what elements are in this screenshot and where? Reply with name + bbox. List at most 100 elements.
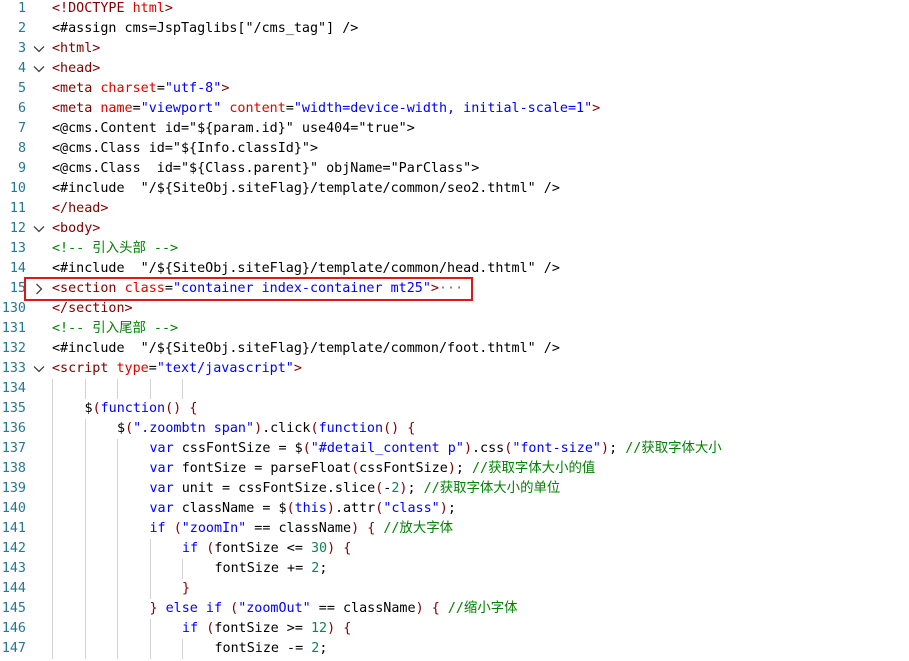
line-number: 5 <box>17 81 26 96</box>
code-line[interactable]: 133 <script type="text/javascript"> <box>0 359 909 379</box>
code-token: ; <box>455 461 472 476</box>
line-number: 10 <box>9 181 26 196</box>
code-token: <#assign cms=JspTaglibs["/cms_tag"] /> <box>52 21 359 36</box>
code-line[interactable]: 145} else if ("zoomOut" == className) { … <box>0 599 909 619</box>
code-line[interactable]: 9 <@cms.Class id="${Class.parent}" objNam… <box>0 159 909 179</box>
code-token: <@cms.Content id="${param.id}" use404="t… <box>52 121 415 136</box>
code-line[interactable]: 6 <meta name="viewport" content="width=de… <box>0 99 909 119</box>
code-line[interactable]: 137 var cssFontSize = $("#detail_content … <box>0 439 909 459</box>
code-token: = <box>285 101 294 116</box>
code-text: var className = $(this).attr("class"); <box>150 499 456 519</box>
line-number: 145 <box>1 601 26 616</box>
code-line[interactable]: 3 <html> <box>0 39 909 59</box>
code-token: > <box>592 101 601 116</box>
code-token: ; <box>319 641 328 656</box>
code-token: <head> <box>52 61 101 76</box>
code-token: ) <box>327 621 336 636</box>
chevron-down-icon[interactable] <box>32 39 46 59</box>
code-token: ) <box>447 461 456 476</box>
code-token: ( <box>302 441 311 456</box>
chevron-down-icon[interactable] <box>32 359 46 379</box>
code-line[interactable]: 5 <meta charset="utf-8"> <box>0 79 909 99</box>
code-token: "font-size" <box>512 441 601 456</box>
code-token: ) <box>326 501 335 516</box>
code-token: ( <box>125 421 134 436</box>
line-number: 6 <box>17 101 26 116</box>
code-line[interactable]: 4 <head> <box>0 59 909 79</box>
code-line[interactable]: 135 $(function() { <box>0 399 909 419</box>
code-line[interactable]: 134 <box>0 379 909 399</box>
code-token: "viewport" <box>140 101 222 116</box>
code-text: <!-- 引入头部 --> <box>52 239 178 259</box>
indent-guide <box>84 379 86 399</box>
code-text: <#include "/${SiteObj.siteFlag}/template… <box>52 179 560 199</box>
code-line[interactable]: 139 var unit = cssFontSize.slice(-2); //获… <box>0 479 909 499</box>
chevron-down-icon[interactable] <box>32 219 46 239</box>
code-token: <!-- 引入尾部 --> <box>52 321 179 336</box>
code-token: ) <box>439 501 448 516</box>
code-token: if <box>182 541 199 556</box>
line-number: 9 <box>17 161 26 176</box>
code-line[interactable]: 140 var className = $(this).attr("class")… <box>0 499 909 519</box>
code-token: "class" <box>383 501 440 516</box>
code-line[interactable]: 1 <!DOCTYPE html> <box>0 0 909 19</box>
code-token: <body> <box>52 221 101 236</box>
code-text: fontSize -= 2; <box>215 639 328 659</box>
code-token: fontSize -= <box>214 641 312 656</box>
code-line[interactable]: 7 <@cms.Content id="${param.id}" use404="… <box>0 119 909 139</box>
code-token: if <box>182 621 199 636</box>
code-token: var <box>149 481 174 496</box>
code-text: <@cms.Content id="${param.id}" use404="t… <box>52 119 415 139</box>
code-token: <html> <box>52 41 101 56</box>
code-text: <meta charset="utf-8"> <box>52 79 229 99</box>
code-text: <!DOCTYPE html> <box>52 0 173 19</box>
code-token: ( <box>92 401 101 416</box>
code-line[interactable]: 143 fontSize += 2; <box>0 559 909 579</box>
line-number: 1 <box>17 1 26 16</box>
code-line[interactable]: 138 var fontSize = parseFloat(cssFontSize… <box>0 459 909 479</box>
code-token: <!DOCTYPE <box>52 1 133 16</box>
code-token: "text/javascript" <box>156 361 294 376</box>
code-text: if (fontSize >= 12) { <box>182 619 351 639</box>
code-line[interactable]: 142 if (fontSize <= 30) { <box>0 539 909 559</box>
code-editor[interactable]: 1 <!DOCTYPE html> 2 <#assign cms=JspTaglibs… <box>0 0 909 661</box>
chevron-down-icon[interactable] <box>32 59 46 79</box>
code-text: <#include "/${SiteObj.siteFlag}/template… <box>52 259 560 279</box>
code-text: <html> <box>52 39 100 59</box>
code-text: if ("zoomIn" == className) { //放大字体 <box>150 519 454 539</box>
code-token: = <box>156 81 165 96</box>
code-text: </section> <box>52 299 133 319</box>
code-line[interactable]: 2 <#assign cms=JspTaglibs["/cms_tag"] /> <box>0 19 909 39</box>
line-number: 133 <box>1 361 26 376</box>
code-line[interactable]: 141 if ("zoomIn" == className) { //放大字体 <box>0 519 909 539</box>
code-text: $(".zoombtn span").click(function() { <box>117 419 415 439</box>
code-line[interactable]: 12 <body> <box>0 219 909 239</box>
code-token: className = $ <box>173 501 287 516</box>
code-token: ) <box>601 441 610 456</box>
code-token: ; <box>407 481 424 496</box>
code-line[interactable]: 147 fontSize -= 2; <box>0 639 909 659</box>
code-line[interactable]: 10 <#include "/${SiteObj.siteFlag}/templa… <box>0 179 909 199</box>
code-token: function <box>100 401 166 416</box>
code-token: ( <box>310 421 319 436</box>
code-line[interactable]: 14 <#include "/${SiteObj.siteFlag}/templa… <box>0 259 909 279</box>
code-token: fontSize = parseFloat <box>173 461 352 476</box>
code-line[interactable]: 144} <box>0 579 909 599</box>
code-token: .click <box>262 421 311 436</box>
code-line[interactable]: 131 <!-- 引入尾部 --> <box>0 319 909 339</box>
indent-guide <box>182 379 183 399</box>
code-line[interactable]: 130 </section> <box>0 299 909 319</box>
code-token: = <box>148 361 157 376</box>
code-line[interactable]: 132 <#include "/${SiteObj.siteFlag}/templ… <box>0 339 909 359</box>
code-line[interactable]: 8 <@cms.Class id="${Info.classId}"> <box>0 139 909 159</box>
code-line[interactable]: 136 $(".zoombtn span").click(function() { <box>0 419 909 439</box>
code-text: <head> <box>52 59 100 79</box>
code-token: fontSize += <box>214 561 312 576</box>
code-token: } <box>149 601 158 616</box>
code-line[interactable]: 146 if (fontSize >= 12) { <box>0 619 909 639</box>
code-token: <@cms.Class id="${Info.classId}"> <box>52 141 319 156</box>
code-line[interactable]: 11 </head> <box>0 199 909 219</box>
code-line[interactable]: 13 <!-- 引入头部 --> <box>0 239 909 259</box>
